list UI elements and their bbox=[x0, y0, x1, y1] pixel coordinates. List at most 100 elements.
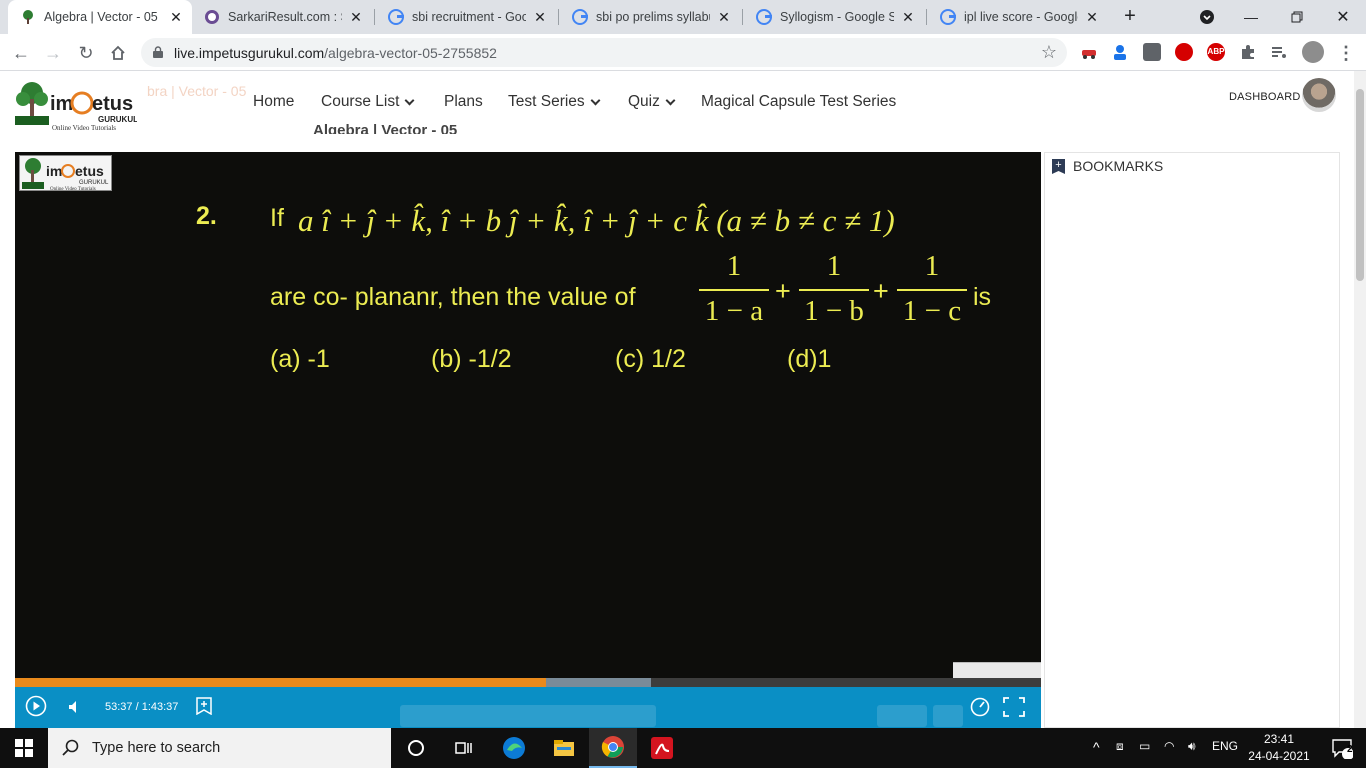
dashboard-link[interactable]: DASHBOARD bbox=[1229, 91, 1300, 103]
page-scrollbar[interactable] bbox=[1354, 71, 1366, 728]
extension-square-icon[interactable] bbox=[1143, 43, 1161, 61]
taskbar-search-placeholder: Type here to search bbox=[92, 740, 221, 756]
acrobat-reader-icon[interactable] bbox=[638, 728, 686, 768]
bookmarks-title: BOOKMARKS bbox=[1073, 158, 1164, 174]
extension-red-hand-icon[interactable] bbox=[1175, 43, 1193, 61]
close-tab-icon[interactable]: ✕ bbox=[900, 9, 916, 25]
speaker-icon[interactable]: 🔊︎ bbox=[1188, 739, 1196, 754]
notifications-icon[interactable]: 2 bbox=[1318, 728, 1366, 768]
reload-icon[interactable]: ↻ bbox=[73, 40, 99, 66]
notification-count: 2 bbox=[1347, 744, 1353, 755]
scrollbar-thumb[interactable] bbox=[1356, 89, 1364, 281]
progress-played[interactable] bbox=[15, 678, 547, 687]
forward-arrow-icon[interactable]: → bbox=[40, 40, 66, 66]
video-controls-bar: 53:37 / 1:43:37 bbox=[15, 687, 1041, 728]
nav-quiz[interactable]: Quiz bbox=[628, 93, 676, 111]
nav-magical-capsule[interactable]: Magical Capsule Test Series bbox=[701, 93, 896, 111]
extensions-puzzle-icon[interactable] bbox=[1239, 43, 1257, 61]
minimize-window-icon[interactable]: — bbox=[1228, 0, 1274, 34]
option-d: (d)1 bbox=[787, 345, 832, 373]
fraction-denominator: 1 − c bbox=[902, 295, 962, 327]
question-if: If bbox=[270, 204, 284, 232]
taskbar-search-box[interactable]: Type here to search bbox=[48, 728, 391, 768]
nav-course-list[interactable]: Course List bbox=[321, 93, 415, 111]
tab-separator bbox=[742, 9, 743, 25]
adblock-plus-icon[interactable]: ABP bbox=[1207, 43, 1225, 61]
tab-search-chevron-icon[interactable] bbox=[1184, 0, 1230, 34]
wifi-icon[interactable]: ◠ bbox=[1164, 739, 1174, 753]
user-avatar[interactable] bbox=[1302, 78, 1336, 112]
fraction-1-minus-c: 1 1 − c bbox=[897, 250, 967, 328]
tab-algebra-vector[interactable]: Algebra | Vector - 05 ✕ bbox=[8, 0, 192, 34]
option-a: (a) -1 bbox=[270, 345, 330, 373]
nav-plans[interactable]: Plans bbox=[444, 93, 483, 111]
file-explorer-icon[interactable] bbox=[540, 728, 588, 768]
tab-ipl-live-score[interactable]: ipl live score - Google ✕ bbox=[928, 0, 1108, 34]
nav-test-series-label: Test Series bbox=[508, 93, 585, 110]
bookmark-plus-icon: + bbox=[1052, 159, 1065, 174]
close-tab-icon[interactable]: ✕ bbox=[532, 9, 548, 25]
tab-sbi-recruitment[interactable]: sbi recruitment - Goog ✕ bbox=[376, 0, 556, 34]
tray-chevron-up-icon[interactable]: ^ bbox=[1093, 739, 1100, 755]
cortana-icon[interactable] bbox=[392, 728, 440, 768]
svg-text:im: im bbox=[50, 93, 73, 115]
playback-speed-icon[interactable] bbox=[969, 696, 991, 718]
tab-syllogism[interactable]: Syllogism - Google Sea ✕ bbox=[744, 0, 924, 34]
meet-now-icon[interactable]: ⧈ bbox=[1116, 739, 1124, 754]
sarkariresult-favicon-icon bbox=[204, 9, 220, 25]
google-favicon-icon bbox=[388, 9, 404, 25]
back-arrow-icon[interactable]: ← bbox=[8, 40, 34, 66]
chrome-menu-icon[interactable]: ⋮ bbox=[1333, 40, 1359, 66]
nav-quiz-label: Quiz bbox=[628, 93, 660, 110]
nav-test-series[interactable]: Test Series bbox=[508, 93, 601, 111]
add-bookmark-icon[interactable] bbox=[196, 697, 212, 715]
new-tab-plus-icon[interactable]: + bbox=[1119, 6, 1141, 28]
edge-browser-icon[interactable] bbox=[490, 728, 538, 768]
close-window-icon[interactable]: ✕ bbox=[1320, 0, 1366, 34]
volume-icon[interactable] bbox=[68, 700, 82, 714]
tab-separator bbox=[374, 9, 375, 25]
ghost-toolbar bbox=[933, 705, 963, 727]
question-is: is bbox=[973, 283, 992, 311]
extension-person-icon[interactable] bbox=[1111, 43, 1129, 61]
google-favicon-icon bbox=[572, 9, 588, 25]
windows-start-icon[interactable] bbox=[0, 728, 48, 768]
close-tab-icon[interactable]: ✕ bbox=[348, 9, 364, 25]
close-tab-icon[interactable]: ✕ bbox=[168, 9, 184, 25]
site-header: im etus GURUKUL Online Video Tutorials b… bbox=[0, 71, 1354, 150]
input-language[interactable]: ENG bbox=[1212, 739, 1238, 753]
media-queue-icon[interactable] bbox=[1270, 43, 1288, 61]
chrome-taskbar-icon[interactable] bbox=[589, 728, 637, 768]
nav-course-list-label: Course List bbox=[321, 93, 400, 110]
faded-page-title: bra | Vector - 05 bbox=[147, 83, 247, 99]
browser-toolbar: ← → ↻ live.impetusgurukul.com/algebra-ve… bbox=[0, 34, 1366, 71]
system-clock[interactable]: 23:41 24-04-2021 bbox=[1248, 731, 1310, 765]
restore-window-icon[interactable] bbox=[1274, 0, 1320, 34]
impetus-gurukul-logo[interactable]: im etus GURUKUL Online Video Tutorials bbox=[12, 79, 138, 132]
progress-buffered bbox=[546, 678, 652, 687]
address-bar[interactable]: live.impetusgurukul.com/algebra-vector-0… bbox=[141, 38, 1067, 67]
profile-avatar[interactable] bbox=[1302, 41, 1324, 63]
extension-red-car-icon[interactable] bbox=[1080, 43, 1098, 61]
close-tab-icon[interactable]: ✕ bbox=[716, 9, 732, 25]
tab-separator bbox=[926, 9, 927, 25]
tab-sbi-po-syllabus[interactable]: sbi po prelims syllabus ✕ bbox=[560, 0, 740, 34]
video-watermark-logo: im etus GURUKUL Online Video Tutorials bbox=[19, 155, 112, 192]
close-tab-icon[interactable]: ✕ bbox=[1084, 9, 1100, 25]
chevron-down-icon bbox=[404, 95, 415, 105]
search-icon bbox=[62, 739, 79, 756]
tab-sarkariresult[interactable]: SarkariResult.com : Sar ✕ bbox=[192, 0, 372, 34]
tab-title: Algebra | Vector - 05 bbox=[44, 10, 158, 24]
play-icon[interactable] bbox=[25, 695, 47, 717]
bookmark-star-icon[interactable]: ☆ bbox=[1041, 42, 1057, 63]
fullscreen-icon[interactable] bbox=[1003, 697, 1025, 717]
video-player[interactable]: im etus GURUKUL Online Video Tutorials 2… bbox=[15, 152, 1041, 728]
home-icon[interactable] bbox=[105, 40, 131, 66]
task-view-icon[interactable] bbox=[440, 728, 488, 768]
nav-home[interactable]: Home bbox=[253, 93, 294, 111]
tab-title: sbi recruitment - Goog bbox=[412, 10, 526, 24]
tab-title: Syllogism - Google Sea bbox=[780, 10, 894, 24]
tab-title: ipl live score - Google bbox=[964, 10, 1078, 24]
battery-icon[interactable]: ▭ bbox=[1139, 739, 1150, 753]
google-favicon-icon bbox=[756, 9, 772, 25]
